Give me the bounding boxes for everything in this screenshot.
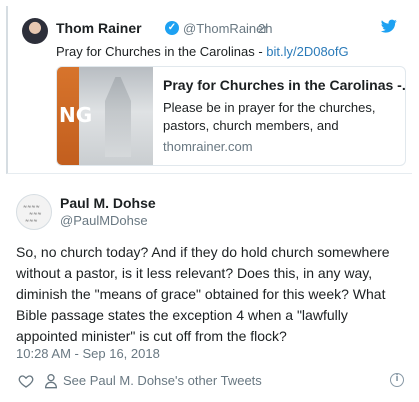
avatar-scribble-1: ≈≈≈≈ <box>23 204 40 210</box>
see-other-tweets-link[interactable]: See Paul M. Dohse's other Tweets <box>63 373 262 388</box>
quoted-tweet-time[interactable]: 2h <box>258 21 272 36</box>
tweet-actions: See Paul M. Dohse's other Tweets i <box>16 372 408 390</box>
card-domain: thomrainer.com <box>163 139 253 154</box>
tweet-author: ≈≈≈≈ ≈≈≈ ≈≈≈ Paul M. Dohse @PaulMDohse <box>16 194 396 230</box>
info-icon[interactable]: i <box>390 373 404 387</box>
tweet-text: So, no church today? And if they do hold… <box>16 244 390 344</box>
quoted-author-avatar[interactable] <box>22 18 48 44</box>
author-name[interactable]: Paul M. Dohse <box>60 195 156 211</box>
avatar-scribble-2: ≈≈≈ <box>29 211 42 217</box>
quoted-author-name[interactable]: Thom Rainer <box>56 20 142 36</box>
quoted-tweet-text: Pray for Churches in the Carolinas - bit… <box>56 44 349 59</box>
header-separator: · <box>248 21 253 36</box>
link-preview-card[interactable]: NG Pray for Churches in the Carolinas -.… <box>56 66 406 166</box>
author-avatar[interactable]: ≈≈≈≈ ≈≈≈ ≈≈≈ <box>16 194 52 230</box>
person-icon[interactable] <box>44 373 58 389</box>
quoted-tweet-body: Pray for Churches in the Carolinas - <box>56 44 267 59</box>
quoted-tweet[interactable]: Thom Rainer ✓ @ThomRainer · 2h Pray for … <box>6 6 412 174</box>
card-description: Please be in prayer for the churches, pa… <box>163 100 376 133</box>
avatar-scribble-3: ≈≈≈ <box>25 218 38 224</box>
quoted-author-handle[interactable]: @ThomRainer <box>183 21 268 36</box>
tweet-timestamp[interactable]: 10:28 AM - Sep 16, 2018 <box>16 346 160 361</box>
quoted-tweet-header: Thom Rainer ✓ @ThomRainer · 2h <box>22 18 402 44</box>
card-thumbnail-steeple <box>105 77 131 157</box>
verified-badge-icon: ✓ <box>165 21 179 35</box>
card-thumbnail[interactable]: NG <box>57 67 153 165</box>
card-thumbnail-text: NG <box>59 103 93 127</box>
card-title[interactable]: Pray for Churches in the Carolinas -... <box>163 77 405 93</box>
quoted-tweet-link[interactable]: bit.ly/2D08ofG <box>266 44 348 59</box>
card-body: Pray for Churches in the Carolinas -... … <box>163 77 405 154</box>
heart-icon[interactable] <box>18 373 34 389</box>
twitter-bird-icon[interactable] <box>380 18 398 34</box>
author-handle[interactable]: @PaulMDohse <box>60 213 148 228</box>
